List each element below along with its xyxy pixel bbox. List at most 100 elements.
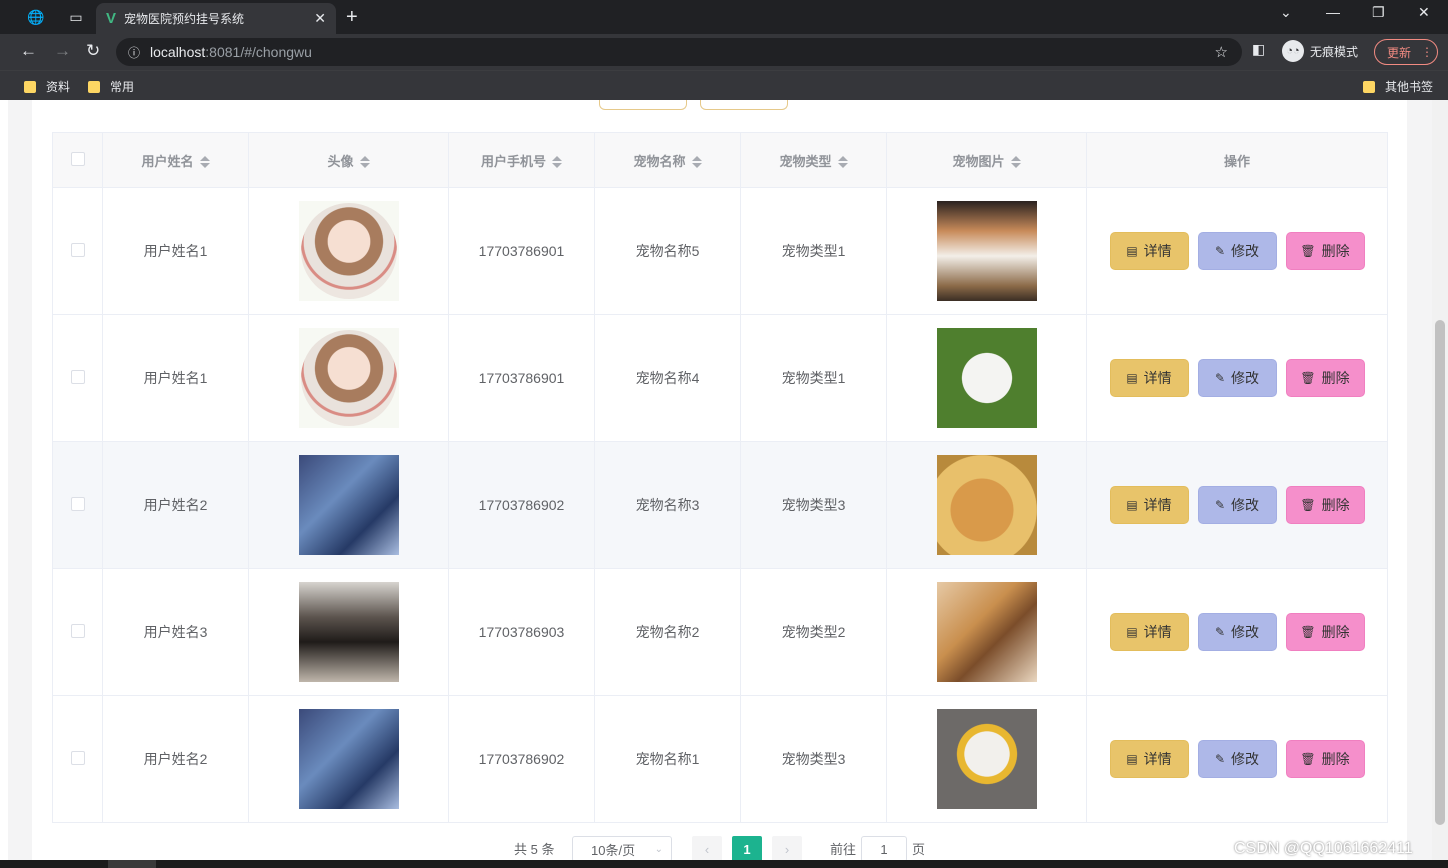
edit-button[interactable]: ✎ 修改: [1197, 486, 1277, 524]
delete-button[interactable]: 🗑 删除: [1285, 613, 1365, 651]
sort-icon[interactable]: [837, 156, 848, 169]
sort-icon[interactable]: [691, 156, 702, 169]
row-checkbox[interactable]: [70, 496, 85, 511]
scrollbar-thumb[interactable]: [1435, 320, 1445, 825]
url-host: localhost: [150, 44, 206, 60]
user-avatar-image[interactable]: [298, 582, 399, 682]
current-page-button[interactable]: 1: [732, 836, 762, 862]
sort-icon[interactable]: [1010, 156, 1021, 169]
pet-image[interactable]: [936, 455, 1037, 555]
vue-logo-icon: V: [106, 10, 117, 27]
bookmark-star-icon[interactable]: ☆: [1215, 43, 1228, 61]
cell-pet-type: 宠物类型1: [740, 314, 887, 442]
header-pet-image[interactable]: 宠物图片: [886, 132, 1087, 188]
row-checkbox[interactable]: [70, 750, 85, 765]
more-menu-icon[interactable]: ⋮: [1421, 45, 1433, 59]
header-avatar[interactable]: 头像: [248, 132, 449, 188]
folder-icon: [1363, 80, 1375, 93]
cell-pet-name: 宠物名称4: [594, 314, 741, 442]
pet-image[interactable]: [936, 582, 1037, 682]
reload-icon[interactable]: ↻: [86, 41, 100, 61]
url-path: :8081/#/chongwu: [205, 44, 312, 60]
header-phone[interactable]: 用户手机号: [448, 132, 595, 188]
delete-button[interactable]: 🗑 删除: [1285, 232, 1365, 270]
row-checkbox[interactable]: [70, 623, 85, 638]
incognito-indicator[interactable]: ◔◔ 无痕模式: [1282, 40, 1358, 62]
prev-page-button[interactable]: ‹: [692, 836, 722, 862]
edit-button[interactable]: ✎ 修改: [1197, 359, 1277, 397]
pencil-icon: ✎: [1214, 371, 1226, 385]
taskbar-item[interactable]: [108, 860, 156, 868]
toolbar-button-partial[interactable]: [700, 100, 788, 110]
page-scrollbar[interactable]: [1432, 100, 1448, 860]
globe-icon[interactable]: 🌐: [24, 6, 48, 28]
update-button[interactable]: 更新 ⋮: [1374, 39, 1438, 65]
window-close-icon[interactable]: ✕: [1418, 4, 1430, 21]
back-icon[interactable]: ←: [20, 41, 37, 61]
incognito-icon: ◔◔: [1282, 40, 1304, 62]
new-tab-icon[interactable]: +: [346, 6, 358, 29]
bookmark-folder-other[interactable]: 其他书签: [1363, 78, 1433, 95]
header-pet-name[interactable]: 宠物名称: [594, 132, 741, 188]
page-size-select[interactable]: 10条/页 ⌄: [572, 836, 672, 862]
detail-button[interactable]: ▤ 详情: [1109, 232, 1189, 270]
user-avatar-image[interactable]: [298, 201, 399, 301]
tab-list-chevron-icon[interactable]: ⌄: [1280, 4, 1292, 21]
pet-image[interactable]: [936, 201, 1037, 301]
address-bar[interactable]: ⓘ localhost:8081/#/chongwu ☆: [116, 38, 1242, 66]
bookmark-folder-ziliao[interactable]: 资料: [24, 78, 70, 95]
update-label: 更新: [1387, 45, 1412, 60]
user-avatar-image[interactable]: [298, 455, 399, 555]
user-avatar-image[interactable]: [298, 709, 399, 809]
header-actions: 操作: [1086, 132, 1388, 188]
pet-image[interactable]: [936, 709, 1037, 809]
detail-button[interactable]: ▤ 详情: [1109, 740, 1189, 778]
side-panel-icon[interactable]: ◧: [1252, 41, 1265, 58]
trash-icon: 🗑: [1300, 244, 1316, 258]
sort-icon[interactable]: [199, 156, 210, 169]
cell-phone: 17703786902: [448, 695, 595, 823]
next-page-button[interactable]: ›: [772, 836, 802, 862]
delete-button[interactable]: 🗑 删除: [1285, 486, 1365, 524]
edit-button[interactable]: ✎ 修改: [1197, 740, 1277, 778]
table-header-row: 用户姓名 头像 用户手机号 宠物名称 宠物类型 宠物图片 操作: [52, 132, 1388, 188]
pet-image[interactable]: [936, 328, 1037, 428]
delete-button[interactable]: 🗑 删除: [1285, 740, 1365, 778]
sort-icon[interactable]: [552, 156, 562, 169]
cell-pet-name: 宠物名称2: [594, 568, 741, 696]
edit-button[interactable]: ✎ 修改: [1197, 232, 1277, 270]
checkbox[interactable]: [70, 151, 85, 166]
detail-button[interactable]: ▤ 详情: [1109, 613, 1189, 651]
row-checkbox[interactable]: [70, 242, 85, 257]
detail-button[interactable]: ▤ 详情: [1109, 359, 1189, 397]
toolbar-button-partial[interactable]: [599, 100, 687, 110]
tab-search-icon[interactable]: ▭: [64, 6, 88, 28]
document-icon: ▤: [1126, 371, 1138, 385]
close-tab-icon[interactable]: ✕: [314, 10, 326, 27]
sort-icon[interactable]: [359, 156, 370, 169]
browser-tab-active[interactable]: V 宠物医院预约挂号系统 ✕: [96, 3, 336, 34]
header-user-name[interactable]: 用户姓名: [102, 132, 249, 188]
edit-button[interactable]: ✎ 修改: [1197, 613, 1277, 651]
header-pet-type[interactable]: 宠物类型: [740, 132, 887, 188]
restore-icon[interactable]: ❐: [1372, 4, 1385, 21]
pet-table: 用户姓名 头像 用户手机号 宠物名称 宠物类型 宠物图片 操作 用户姓名1 17…: [52, 132, 1388, 823]
detail-button[interactable]: ▤ 详情: [1109, 486, 1189, 524]
goto-page-input[interactable]: [861, 836, 907, 862]
delete-button[interactable]: 🗑 删除: [1285, 359, 1365, 397]
bookmark-folder-changyong[interactable]: 常用: [88, 78, 134, 95]
row-checkbox[interactable]: [70, 369, 85, 384]
user-avatar-image[interactable]: [298, 328, 399, 428]
document-icon: ▤: [1126, 244, 1138, 258]
cell-pet-type: 宠物类型3: [740, 695, 887, 823]
bookmark-label: 常用: [110, 80, 135, 94]
cell-pet-name: 宠物名称1: [594, 695, 741, 823]
trash-icon: 🗑: [1300, 371, 1316, 385]
info-icon[interactable]: ⓘ: [128, 44, 140, 61]
table-row: 用户姓名3 17703786903 宠物名称2 宠物类型2 ▤ 详情 ✎ 修改 🗑 删…: [52, 568, 1388, 696]
minimize-icon[interactable]: —: [1326, 4, 1340, 20]
pencil-icon: ✎: [1214, 498, 1226, 512]
page-left-margin: [0, 100, 8, 860]
header-select-all[interactable]: [52, 132, 103, 188]
forward-icon[interactable]: →: [54, 41, 71, 61]
